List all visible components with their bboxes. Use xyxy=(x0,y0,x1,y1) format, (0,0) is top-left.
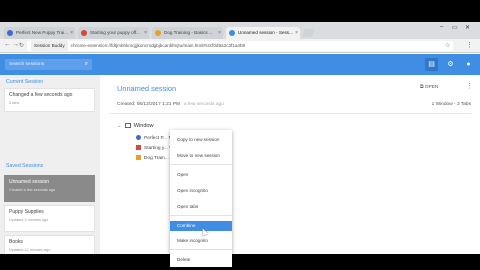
tab-favicon-icon xyxy=(229,30,235,36)
saved-session-subtitle: Created a few seconds ago xyxy=(9,188,56,192)
tab-title: Dog Training - Basics ... xyxy=(164,30,213,35)
browser-tab-3[interactable]: Dog Training - Basics ... × xyxy=(152,27,223,39)
created-label: Created: 06/12/2017 1:21 PM xyxy=(117,102,180,107)
browser-tab-1[interactable]: Perfect New Puppy Trai... × xyxy=(4,27,75,39)
minimize-icon[interactable]: – xyxy=(440,24,443,30)
menu-item-make-incognito[interactable]: Make incognito xyxy=(170,236,232,246)
letterbox-top xyxy=(0,0,480,22)
tab-favicon-icon xyxy=(7,30,13,36)
tab-title: Starting your puppy off... xyxy=(90,30,140,35)
menu-separator xyxy=(170,164,232,165)
close-tab-icon[interactable]: × xyxy=(218,27,221,39)
site-chip: Session Buddy xyxy=(31,41,68,51)
tab-favicon-icon xyxy=(136,155,141,160)
close-tab-icon[interactable]: × xyxy=(295,27,298,39)
view-list-icon[interactable]: ▤ xyxy=(425,58,438,71)
saved-session-title: Puppy Supplies xyxy=(9,209,44,215)
app-header: Search sessions ⌕ ▤ ⚙ ● xyxy=(0,54,480,75)
window-context-menu: Copy to new session Move to new session … xyxy=(170,130,232,267)
current-session-card[interactable]: Changed a few seconds ago 3 tabs xyxy=(4,88,95,112)
close-window-icon[interactable]: ✕ xyxy=(465,24,470,31)
saved-session-item-books[interactable]: Books Updated 12 minutes ago xyxy=(4,235,95,254)
open-session-button[interactable]: ⧉ OPEN xyxy=(420,84,438,90)
current-session-subtitle: 3 tabs xyxy=(9,101,20,105)
menu-item-copy-to-new-session[interactable]: Copy to new session xyxy=(170,135,232,145)
forward-arrow-icon[interactable]: → xyxy=(12,41,19,48)
saved-session-item-puppy-supplies[interactable]: Puppy Supplies Updated 3 minutes ago xyxy=(4,205,95,232)
saved-session-title: Books xyxy=(9,239,23,245)
menu-item-open-tabs[interactable]: Open tabs xyxy=(170,202,232,212)
window-label: Window xyxy=(133,123,154,129)
session-meta: Created: 06/12/2017 1:21 PM a few seconds… xyxy=(117,102,224,107)
open-label: OPEN xyxy=(424,85,439,90)
window-row[interactable]: ⌄ Window xyxy=(117,123,154,129)
menu-item-open-incognito[interactable]: Open incognito xyxy=(170,186,232,196)
settings-gear-icon[interactable]: ⚙ xyxy=(444,58,457,71)
back-arrow-icon[interactable]: ← xyxy=(4,41,11,48)
search-icon[interactable]: ⌕ xyxy=(85,59,88,70)
reload-icon[interactable]: ↻ xyxy=(19,42,24,49)
address-toolbar: ← → ↻ Session Buddy chrome-extension://fd… xyxy=(0,39,480,53)
more-vert-icon[interactable]: ⋮ xyxy=(466,82,473,90)
menu-item-move-to-new-session[interactable]: Move to new session xyxy=(170,151,232,161)
info-icon[interactable]: ● xyxy=(462,58,475,71)
close-tab-icon[interactable]: × xyxy=(70,27,73,39)
close-tab-icon[interactable]: × xyxy=(144,27,147,39)
saved-session-subtitle: Updated 12 minutes ago xyxy=(9,248,51,252)
current-session-title: Changed a few seconds ago xyxy=(9,92,73,98)
tab-title: Perfect New Puppy Trai... xyxy=(16,30,69,35)
tab-strip: Perfect New Puppy Trai... × Starting you… xyxy=(0,22,480,39)
current-session-heading: Current Session xyxy=(6,79,44,85)
session-detail: Unnamed session ⧉ OPEN ⋮ Created: 06/12/… xyxy=(100,75,480,254)
tab-favicon-icon xyxy=(155,30,161,36)
saved-session-title: Unnamed session xyxy=(9,179,50,185)
maximize-icon[interactable]: ▭ xyxy=(452,24,458,31)
menu-item-open[interactable]: Open xyxy=(170,170,232,180)
browser-window: Perfect New Puppy Trai... × Starting you… xyxy=(0,22,480,254)
url-text: chrome-extension://fdtjmbhkmcjjjkoncmdgb… xyxy=(70,43,246,48)
created-relative: a few seconds ago xyxy=(183,102,224,107)
browser-tab-4-active[interactable]: Unnamed session - Sess... × xyxy=(226,27,300,39)
address-bar[interactable]: Session Buddy chrome-extension://fdtjmbhk… xyxy=(27,41,453,51)
session-title[interactable]: Unnamed session xyxy=(117,84,176,93)
letterbox-bottom xyxy=(0,254,480,270)
saved-session-item-unnamed[interactable]: Unnamed session Created a few seconds ag… xyxy=(4,175,95,202)
tab-favicon-icon xyxy=(81,30,87,36)
more-vert-icon[interactable]: ⋮ xyxy=(466,41,473,49)
sidebar: Current Session Changed a few seconds ag… xyxy=(0,75,100,254)
tab-favicon-icon xyxy=(136,135,141,140)
menu-item-delete[interactable]: Delete xyxy=(170,255,232,265)
tab-title: Unnamed session - Sess... xyxy=(238,30,293,35)
browser-tab-2[interactable]: Starting your puppy off... × xyxy=(78,27,149,39)
new-tab-button[interactable] xyxy=(301,29,315,37)
search-placeholder: Search sessions xyxy=(9,62,45,67)
window-icon xyxy=(124,123,131,128)
search-input[interactable]: Search sessions ⌕ xyxy=(5,59,92,70)
chevron-down-icon[interactable]: ⌄ xyxy=(117,123,122,129)
star-icon[interactable]: ☆ xyxy=(445,42,450,49)
saved-sessions-heading: Saved Sessions xyxy=(6,163,44,169)
session-counts: 1 Window - 3 Tabs xyxy=(431,102,471,107)
menu-separator xyxy=(170,215,232,216)
divider xyxy=(109,113,471,114)
tab-favicon-icon xyxy=(136,145,141,150)
menu-separator xyxy=(170,249,232,250)
saved-session-subtitle: Updated 3 minutes ago xyxy=(9,218,49,222)
